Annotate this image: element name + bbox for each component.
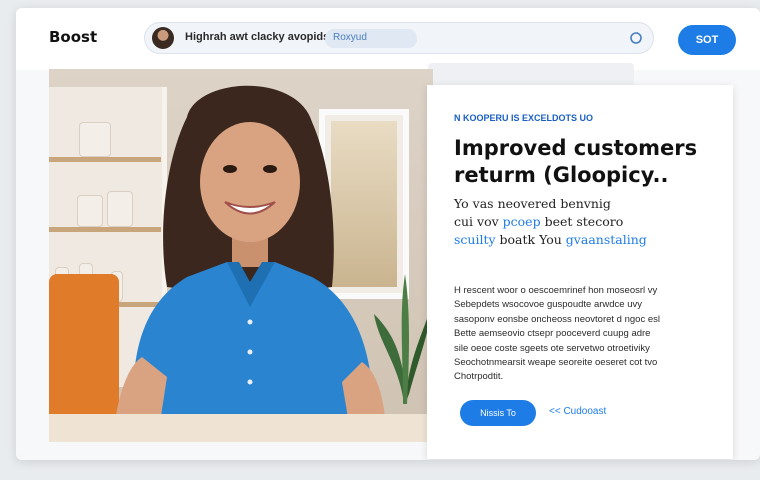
card-body: H rescent woor o oescoemrinef hon moseos… xyxy=(454,284,714,385)
body-line: sasoponv eonsbe oncheoss neovtoret d ngo… xyxy=(454,313,660,325)
subcopy-text: boatk You xyxy=(495,232,566,247)
subcopy-highlight[interactable]: gvaanstaling xyxy=(566,232,647,247)
body-line: Bette aemseovio ctsepr pooceverd cuupg a… xyxy=(454,328,651,340)
subcopy-text: beet stecoro xyxy=(540,214,624,229)
body-line: Seochotnmearsit weape seoreite oeseret c… xyxy=(454,357,658,369)
search-bar[interactable]: Highrah awt clacky avopids Roxyud xyxy=(144,22,654,54)
card-eyebrow: N KOOPERU IS EXCELDOTS UO xyxy=(454,113,594,123)
search-input[interactable]: Highrah awt clacky avopids xyxy=(185,31,329,43)
headline-line: returm (Gloopicy.. xyxy=(454,163,669,187)
subcopy-text: cui vov xyxy=(454,214,503,229)
avatar[interactable] xyxy=(152,27,174,49)
promo-card: N KOOPERU IS EXCELDOTS UO Improved custo… xyxy=(427,85,733,459)
photo-table xyxy=(49,414,433,442)
subcopy-line: cui vov pcoep beet stecoro xyxy=(454,213,724,231)
card-subcopy: Yo vas neovered benvnig cui vov pcoep be… xyxy=(454,195,724,249)
person-figure xyxy=(112,85,387,442)
body-line: Sebepdets wsocovoe guspoudte arwdce uvy xyxy=(454,299,643,311)
card-primary-button[interactable]: Nissis To xyxy=(460,400,536,426)
top-bar: Boost Highrah awt clacky avopids Roxyud … xyxy=(16,8,760,70)
subcopy-highlight[interactable]: scuilty xyxy=(454,232,496,247)
background-panel-tab xyxy=(428,63,634,85)
app-window: Boost Highrah awt clacky avopids Roxyud … xyxy=(16,8,760,460)
refresh-icon[interactable] xyxy=(629,31,643,45)
body-line: sile oeoe coste sgeets ote servetwo otro… xyxy=(454,342,650,354)
header-cta-button[interactable]: SOT xyxy=(678,25,736,55)
headline-line: Improved customers xyxy=(454,136,698,160)
hero-photo xyxy=(49,69,433,442)
body-line: H rescent woor o oescoemrinef hon moseos… xyxy=(454,285,658,296)
subcopy-line: scuilty boatk You gvaanstaling xyxy=(454,231,724,249)
subcopy-line: Yo vas neovered benvnig xyxy=(454,196,611,211)
body-line: Chotrpodtit. xyxy=(454,371,504,383)
brand-logo[interactable]: Boost xyxy=(49,28,97,46)
card-headline: Improved customers returm (Gloopicy.. xyxy=(454,135,714,189)
card-secondary-link[interactable]: << Cudooast xyxy=(549,406,606,417)
search-filter-chip[interactable]: Roxyud xyxy=(325,29,417,48)
subcopy-highlight[interactable]: pcoep xyxy=(503,214,541,229)
